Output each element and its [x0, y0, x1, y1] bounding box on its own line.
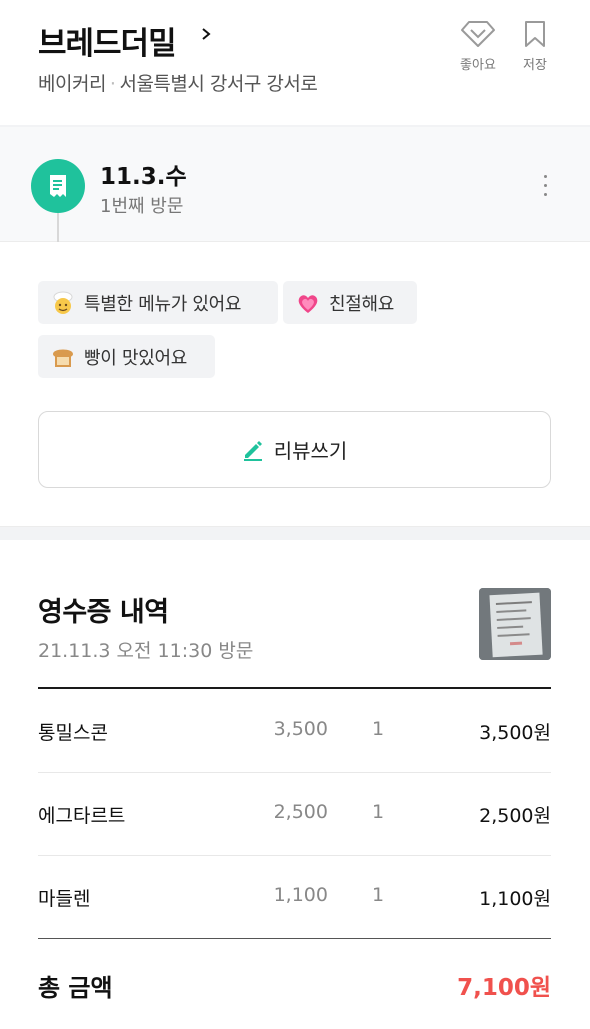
row-divider: [38, 772, 551, 773]
item-amount: 2,500원: [479, 805, 551, 827]
place-category: 베이커리: [38, 73, 106, 95]
item-qty: 1: [371, 884, 385, 906]
receipt-visit-time: 21.11.3 오전 11:30 방문: [38, 640, 254, 662]
item-price: 1,100: [273, 884, 328, 906]
place-subtitle: 베이커리 · 서울특별시 강서구 강서로: [38, 69, 318, 96]
item-amount: 3,500원: [479, 722, 551, 744]
item-name: 통밀스콘: [38, 722, 108, 744]
receipt-title: 영수증 내역: [38, 597, 169, 628]
item-qty: 1: [371, 801, 385, 823]
item-qty: 1: [371, 718, 385, 740]
like-label: 좋아요: [460, 58, 496, 73]
write-review-button[interactable]: 리뷰쓰기: [38, 411, 551, 488]
tag-label: 친절해요: [329, 293, 395, 315]
receipt-row: 에그타르트 2,500 1 2,500원: [38, 793, 551, 833]
tag-tasty-bread: 빵이 맛있어요: [38, 335, 215, 378]
item-amount: 1,100원: [479, 888, 551, 910]
visit-date: 11.3.수: [100, 164, 187, 190]
section-divider: [0, 526, 590, 540]
row-divider: [38, 855, 551, 856]
bookmark-icon: [525, 21, 545, 47]
separator-dot: ·: [109, 73, 116, 95]
place-address: 서울특별시 강서구 강서로: [119, 73, 318, 95]
tag-kind: 친절해요: [283, 281, 417, 324]
place-name[interactable]: 브레드더밀: [38, 18, 177, 63]
item-name: 에그타르트: [38, 805, 126, 827]
receipt-photo-icon: [479, 588, 551, 660]
total-amount: 7,100원: [457, 975, 551, 1001]
more-options-icon[interactable]: [538, 175, 552, 201]
like-button[interactable]: 좋아요: [453, 20, 503, 73]
pencil-icon: [243, 440, 262, 461]
receipt-thumbnail[interactable]: [479, 588, 551, 660]
bread-emoji-icon: [53, 349, 73, 367]
diamond-heart-icon: [461, 21, 495, 47]
timeline-line: [57, 213, 59, 242]
total-label: 총 금액: [38, 974, 113, 1002]
visit-count: 1번째 방문: [100, 196, 184, 217]
receipt-top-rule: [38, 687, 551, 689]
chevron-right-icon[interactable]: [200, 28, 212, 40]
save-button[interactable]: 저장: [510, 20, 560, 73]
tag-label: 특별한 메뉴가 있어요: [84, 293, 242, 315]
heart-emoji-icon: [298, 294, 318, 313]
tag-label: 빵이 맛있어요: [84, 347, 187, 369]
write-review-label: 리뷰쓰기: [273, 439, 348, 463]
chef-emoji-icon: [53, 291, 73, 314]
item-price: 2,500: [273, 801, 328, 823]
visit-summary: 11.3.수 1번째 방문: [0, 127, 590, 242]
tag-special-menu: 특별한 메뉴가 있어요: [38, 281, 278, 324]
save-label: 저장: [523, 58, 547, 73]
receipt-badge: [31, 159, 85, 213]
total-rule: [38, 938, 551, 939]
item-name: 마들렌: [38, 888, 91, 910]
item-price: 3,500: [273, 718, 328, 740]
place-header: 브레드더밀 베이커리 · 서울특별시 강서구 강서로 좋아요 저장: [0, 0, 590, 125]
receipt-row: 통밀스콘 3,500 1 3,500원: [38, 710, 551, 750]
receipt-icon: [50, 175, 66, 197]
receipt-row: 마들렌 1,100 1 1,100원: [38, 876, 551, 916]
